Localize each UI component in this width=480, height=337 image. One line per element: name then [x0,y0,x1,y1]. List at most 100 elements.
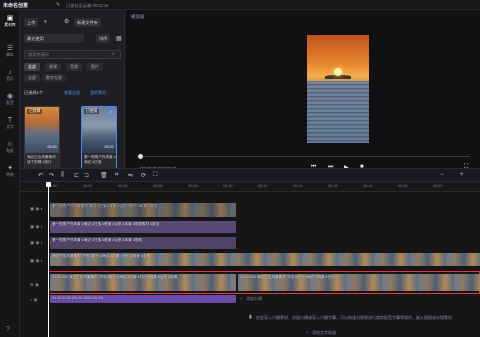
nav-item-sticker[interactable]: ☺ 贴纸 [0,139,20,159]
add-icon[interactable]: + [306,330,309,335]
import-hint: 在此导入口播素材、封面口播或导入口播字幕，可以快速对视频进行裁剪配音字幕等操作，… [256,315,452,320]
main-video-clip[interactable]: 00:01:000 海边日出风景素材 夕阳 #旅行 #海边 #风景 #日出 [238,274,480,291]
timeline: ▣ ◉ ◐ ▣ ◉ ◐ ▣ ◉ ◐ ▣ ◉ ◐ ⊕ ◉ ♪ ◉ 第一视角户外风景… [20,192,480,337]
search-icon[interactable]: ⌕ [112,51,115,57]
add-icon[interactable]: + [240,296,243,301]
upload-button[interactable]: 上传 [24,18,39,27]
add-segment-button[interactable]: 添加分镜 [246,296,262,302]
ruler-tick: 00:10 [223,184,233,188]
mirror-icon[interactable]: ⇋ [128,172,133,179]
nav-label: 文字 [6,125,14,129]
ruler-tick: 00:14 [293,184,303,188]
nav-item-text[interactable]: T 文字 [0,115,20,135]
edit-title-icon[interactable]: ✎ [56,2,60,8]
nav-item-music[interactable]: ♪ 音乐 [0,67,20,87]
search-input[interactable]: 搜索关键词 [24,50,121,59]
preview-progress-bar[interactable] [140,156,470,157]
nav-label: 特效 [6,173,14,177]
crop-icon[interactable]: ⌗ [115,172,118,179]
chevron-down-icon[interactable]: ▾ [44,19,47,25]
ruler-tick: 00:22 [433,184,443,188]
sun [334,68,342,76]
main-video-clip[interactable]: 00:01:000 海边日出风景素材 夕阳 #旅行 #海边 #风景 #日出 #唯… [50,274,236,291]
tab-audio[interactable]: 音频 [66,63,82,71]
sort-button[interactable]: 排序 [96,34,111,43]
ruler-tick: 00:16 [328,184,338,188]
audio-track-icon[interactable]: ♪ ◉ [30,297,37,303]
redo-icon[interactable]: ↷ [49,172,54,179]
nav-label: 脚本 [6,53,14,57]
lock-icon[interactable]: ⊕ ◉ [30,282,39,288]
undo-icon[interactable]: ↶ [38,172,43,179]
nav-label: 配音 [6,101,14,105]
split-left-icon[interactable]: ⊏ [74,172,79,179]
track-controls-icon[interactable]: ▣ ◉ ◐ [30,224,43,230]
split-right-icon[interactable]: ⊐ [84,172,89,179]
ruler-tick: 00:04 [118,184,128,188]
sea [307,81,369,143]
video-clip[interactable]: 海边日出风景素材 夕阳 #旅行 #海边 #风景 #日出 #唯美 #治愈 [50,253,480,266]
tab-image[interactable]: 图片 [87,63,103,71]
preview-frame [307,35,369,143]
tab-digital-avatar[interactable]: 数字分身 [42,74,66,82]
music-icon: ♪ [8,69,12,76]
ruler-tick: 00:12 [258,184,268,188]
help-icon[interactable]: ? [6,326,10,333]
tab-video[interactable]: 视频 [45,63,61,71]
audio-clip[interactable]: 01 00:01:00 (00:00:10/00:00:00) [50,295,236,303]
view-all-link[interactable]: 查看全部 [64,90,80,96]
fit-icon[interactable]: ⛶ [153,172,157,179]
settings-icon[interactable]: ⚙ [64,18,69,25]
effects-icon: ✦ [7,165,13,172]
playhead[interactable] [48,182,49,337]
new-folder-button[interactable]: 新建文件夹 [74,18,101,27]
split-icon[interactable]: ⫼ [61,172,64,179]
tab-all[interactable]: 全部 [24,63,40,71]
microphone-icon: ▮ [249,314,252,320]
media-card[interactable]: 已使用 ✓ 00:21 第一视角户外风景 #海边 #日落 [81,106,117,171]
check-icon[interactable]: ✓ [109,109,114,114]
status-badge: 已剪辑 [27,109,43,114]
track-controls-icon[interactable]: ▣ ◉ ◐ [30,240,43,246]
preview-panel: 播放器 00:00:00/00:09:00 ⏮ ⏭ ▶ ■ ⛶ [126,10,480,171]
ruler-tick: 00:06 [153,184,163,188]
clip-label: 第一视角户外风景 #海边 #日落 #唯美 #治愈 #风景 #视频 [52,238,142,242]
save-status: 已保存至云端 09:02:16 [66,2,109,8]
tab-all-2[interactable]: 全部 [24,74,40,82]
add-text-track-button[interactable]: 添加文字轨道 [312,330,336,336]
grid-view-icon[interactable]: ▦ [116,35,122,42]
zoom-in-icon[interactable]: + [460,172,464,178]
timeline-ruler[interactable]: 00:00 00:02 00:04 00:06 00:08 00:10 00:1… [20,182,480,192]
nav-item-script[interactable]: ☰ 脚本 [0,43,20,63]
video-clip[interactable]: 第一视角户外风景素材 海边 #日落 #唯美 #治愈 #旅行 #风景 #原创 [50,203,236,217]
ruler-tick: 00:08 [188,184,198,188]
text-clip[interactable]: 第一视角户外风景 #海边 #日落 #唯美 #治愈 #风景 #视频 [50,237,236,249]
media-caption: 海边日出风景素材 适于剪辑 #旅行 [27,155,56,164]
recent-dropdown[interactable]: 最近使用 [24,34,84,43]
preview-title: 播放器 [131,14,145,19]
project-title[interactable]: 未命名创意 [3,2,28,9]
ruler-tick: 00:18 [363,184,373,188]
track-controls-icon[interactable]: ▣ ◉ ◐ [30,206,43,212]
playhead-handle[interactable] [46,182,51,187]
nav-label: 贴纸 [6,149,14,153]
zoom-out-icon[interactable]: − [440,172,444,178]
clip-label: 第一视角户外风景 #海边 #日落 #唯美 #治愈 #风景 #视频素材 #原创 [52,222,160,226]
my-media-link[interactable]: 我的素材 [90,90,106,96]
section-label: 已选择1个 [24,90,44,95]
nav-item-effects[interactable]: ✦ 特效 [0,163,20,183]
nav-item-voiceover[interactable]: ◉ 配音 [0,91,20,111]
text-icon: T [7,117,13,124]
nav-label: 音乐 [6,77,14,81]
nav-label: 素材库 [4,23,16,27]
clip-label: 01 00:01:00 (00:00:10/00:00:00) [52,296,104,300]
delete-icon[interactable]: 🗑 [100,172,108,179]
media-card[interactable]: 已剪辑 00:21 海边日出风景素材 适于剪辑 #旅行 [24,106,60,171]
preview-progress-handle[interactable] [138,154,143,159]
track-controls-icon[interactable]: ▣ ◉ ◐ [30,258,43,264]
nav-item-media[interactable]: ▣ 素材库 [0,13,20,33]
rotate-icon[interactable]: ⟳ [141,172,146,179]
text-clip[interactable]: 第一视角户外风景 #海边 #日落 #唯美 #治愈 #风景 #视频素材 #原创 [50,221,236,233]
left-nav: ▣ 素材库 ☰ 脚本 ♪ 音乐 ◉ 配音 T 文字 ☺ 贴纸 ✦ 特效 ? [0,10,20,337]
sticker-icon: ☺ [6,141,14,148]
